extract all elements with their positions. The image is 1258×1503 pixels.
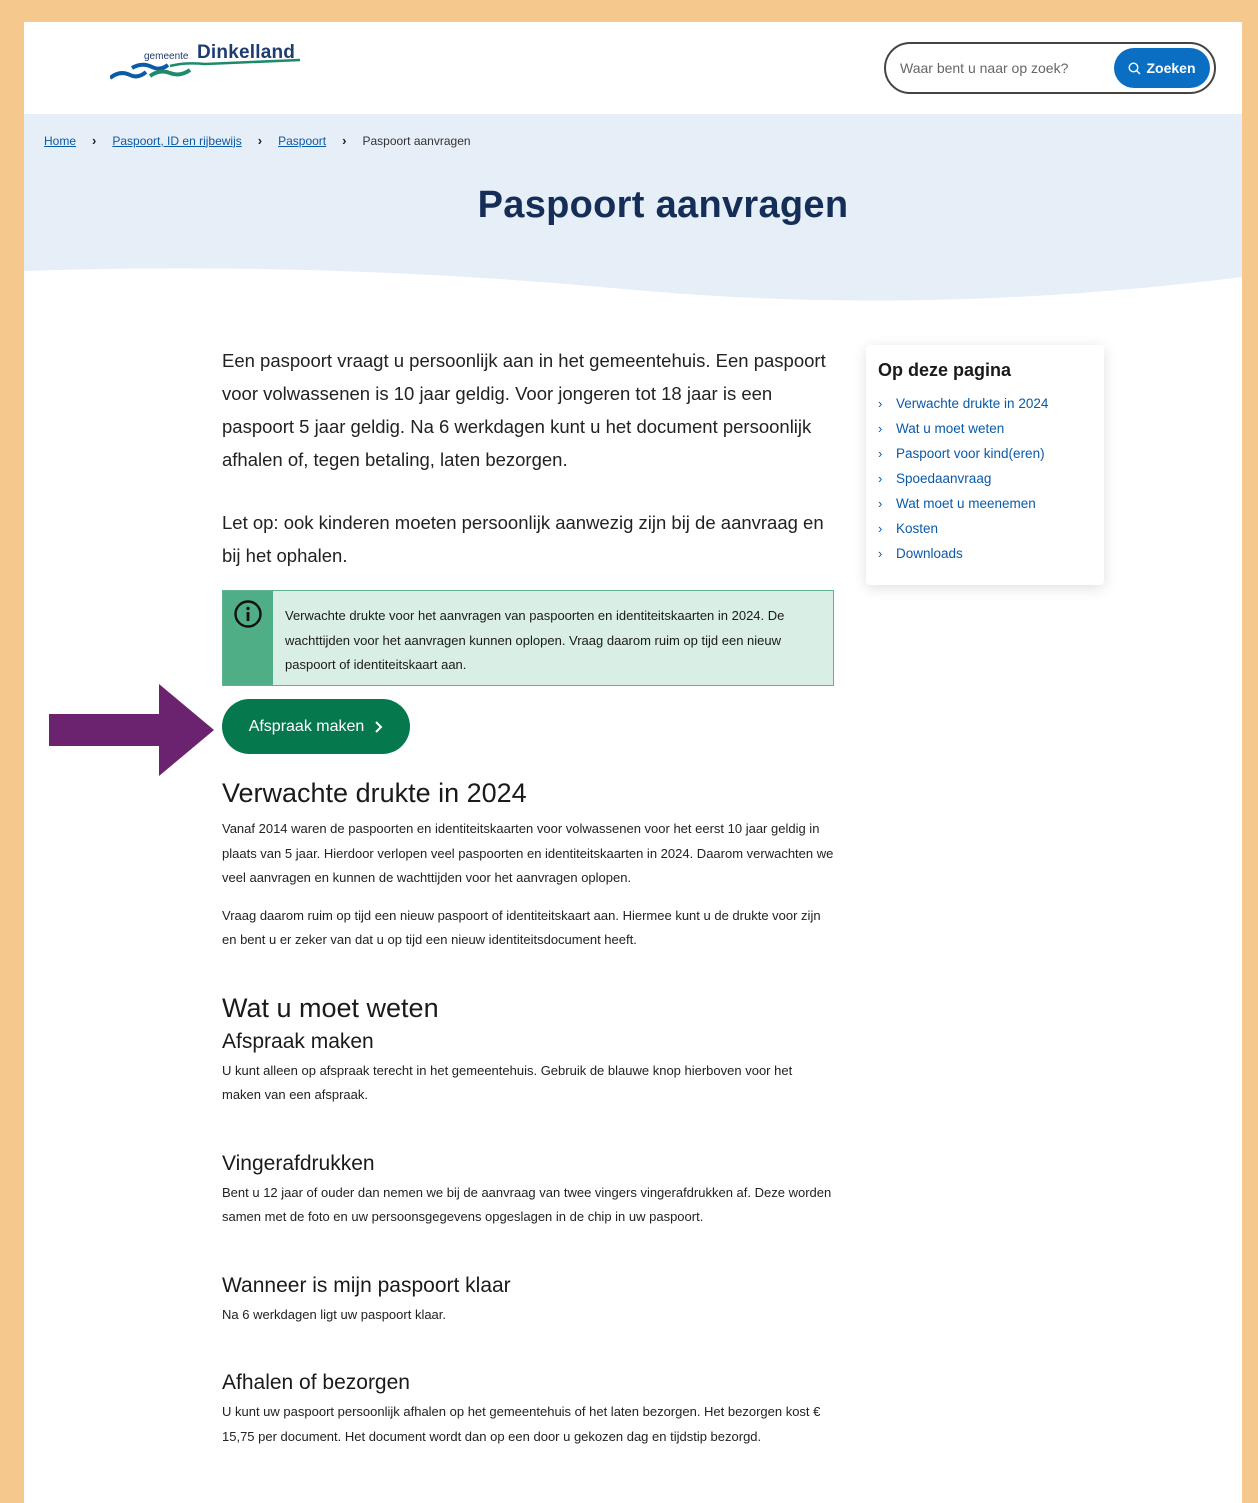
notice-icon-bar <box>223 591 273 685</box>
toc-item-label: Wat u moet weten <box>896 421 1005 436</box>
intro-note: Let op: ook kinderen moeten persoonlijk … <box>222 512 824 566</box>
chevron-right-icon: › <box>92 133 97 148</box>
klaar-paragraph: Na 6 werkdagen ligt uw paspoort klaar. <box>222 1306 447 1322</box>
subsection-title-afhalen: Afhalen of bezorgen <box>222 1371 410 1394</box>
chevron-right-icon: › <box>342 133 347 148</box>
search-button-label: Zoeken <box>1146 60 1196 76</box>
chevron-right-icon: › <box>257 133 263 148</box>
toc-item-meenemen[interactable]: › Wat moet u meenemen <box>878 491 1092 516</box>
notice-box: Verwachte drukte voor het aanvragen van … <box>222 590 834 686</box>
main-sections: Verwachte drukte in 2024 Vanaf 2014 ware… <box>222 778 834 1449</box>
subsection-title-klaar: Wanneer is mijn paspoort klaar <box>222 1273 511 1297</box>
toc-item-kosten[interactable]: › Kosten <box>878 516 1092 541</box>
search-input[interactable] <box>900 58 1100 78</box>
toc-item-label: Kosten <box>896 521 939 536</box>
chevron-right-icon: › <box>878 421 883 436</box>
subsection-title-vingerafdrukken: Vingerafdrukken <box>222 1151 375 1175</box>
table-of-contents: Op deze pagina › Verwachte drukte in 2024… <box>866 345 1104 585</box>
search-icon <box>1128 61 1141 74</box>
toc-item-paspoort-kinderen[interactable]: › Paspoort voor kind(eren) <box>878 441 1092 466</box>
toc-item-label: Downloads <box>896 546 963 561</box>
toc-item-label: Paspoort voor kind(eren) <box>896 446 1045 461</box>
breadcrumb-home[interactable]: Home <box>44 134 76 148</box>
toc-item-label: Verwachte drukte in 2024 <box>896 396 1049 411</box>
breadcrumb: Home › Paspoort, ID en rijbewijs › Paspo… <box>44 133 471 148</box>
afspraak-maken-button[interactable]: Afspraak maken <box>222 699 410 754</box>
toc-item-drukte[interactable]: › Verwachte drukte in 2024 <box>878 391 1092 416</box>
breadcrumb-paspoort-id-rijbewijs[interactable]: Paspoort, ID en rijbewijs <box>112 134 241 148</box>
toc-title: Op deze pagina <box>878 360 1012 380</box>
chevron-right-icon: › <box>878 396 883 411</box>
section-title-wat-u-moet-weten: Wat u moet weten <box>222 992 439 1023</box>
afspraak-paragraph: U kunt alleen op afspraak terecht in het… <box>222 1062 793 1103</box>
info-icon <box>234 600 262 628</box>
toc-item-downloads[interactable]: › Downloads <box>878 541 1092 566</box>
annotation-arrow-icon <box>49 684 214 776</box>
page-hero: Home › Paspoort, ID en rijbewijs › Paspo… <box>24 114 1242 315</box>
hero-wave-divider <box>24 268 1242 315</box>
section-title-drukte: Verwachte drukte in 2024 <box>222 778 527 808</box>
logo-waves-icon <box>110 58 300 80</box>
chevron-right-icon: › <box>878 446 883 461</box>
chevron-right-icon: › <box>878 546 883 561</box>
intro-paragraph: Een paspoort vraagt u persoonlijk aan in… <box>222 350 826 470</box>
toc-item-spoedaanvraag[interactable]: › Spoedaanvraag <box>878 466 1092 491</box>
chevron-right-icon <box>375 720 383 733</box>
chevron-right-icon: › <box>878 521 883 536</box>
chevron-right-icon: › <box>878 496 883 511</box>
page-title: Paspoort aanvragen <box>477 184 849 226</box>
vingerafdrukken-paragraph: Bent u 12 jaar of ouder dan nemen we bij… <box>222 1184 832 1225</box>
dinkelland-logo[interactable]: gemeente Dinkelland <box>110 42 310 92</box>
search-box: Zoeken <box>884 42 1216 94</box>
afhalen-paragraph: U kunt uw paspoort persoonlijk afhalen o… <box>222 1404 821 1444</box>
search-button[interactable]: Zoeken <box>1114 48 1210 88</box>
chevron-right-icon: › <box>878 471 883 486</box>
site-header: gemeente Dinkelland Zoeken <box>24 22 1242 114</box>
subsection-title-afspraak: Afspraak maken <box>222 1029 374 1053</box>
toc-item-wat-u-moet-weten[interactable]: › Wat u moet weten <box>878 416 1092 441</box>
afspraak-maken-label: Afspraak maken <box>248 717 365 735</box>
drukte-paragraph-1: Vanaf 2014 waren de paspoorten en identi… <box>222 821 834 885</box>
notice-text: Verwachte drukte voor het aanvragen van … <box>285 608 785 672</box>
toc-item-label: Wat moet u meenemen <box>896 496 1036 511</box>
browser-page: gemeente Dinkelland Zoeken Home › <box>24 22 1242 1503</box>
breadcrumb-paspoort[interactable]: Paspoort <box>278 134 326 148</box>
drukte-paragraph-2: Vraag daarom ruim op tijd een nieuw pasp… <box>222 907 821 948</box>
intro-text: Een paspoort vraagt u persoonlijk aan in… <box>222 344 834 602</box>
breadcrumb-current: Paspoort aanvragen <box>362 133 471 148</box>
toc-item-label: Spoedaanvraag <box>896 471 992 486</box>
